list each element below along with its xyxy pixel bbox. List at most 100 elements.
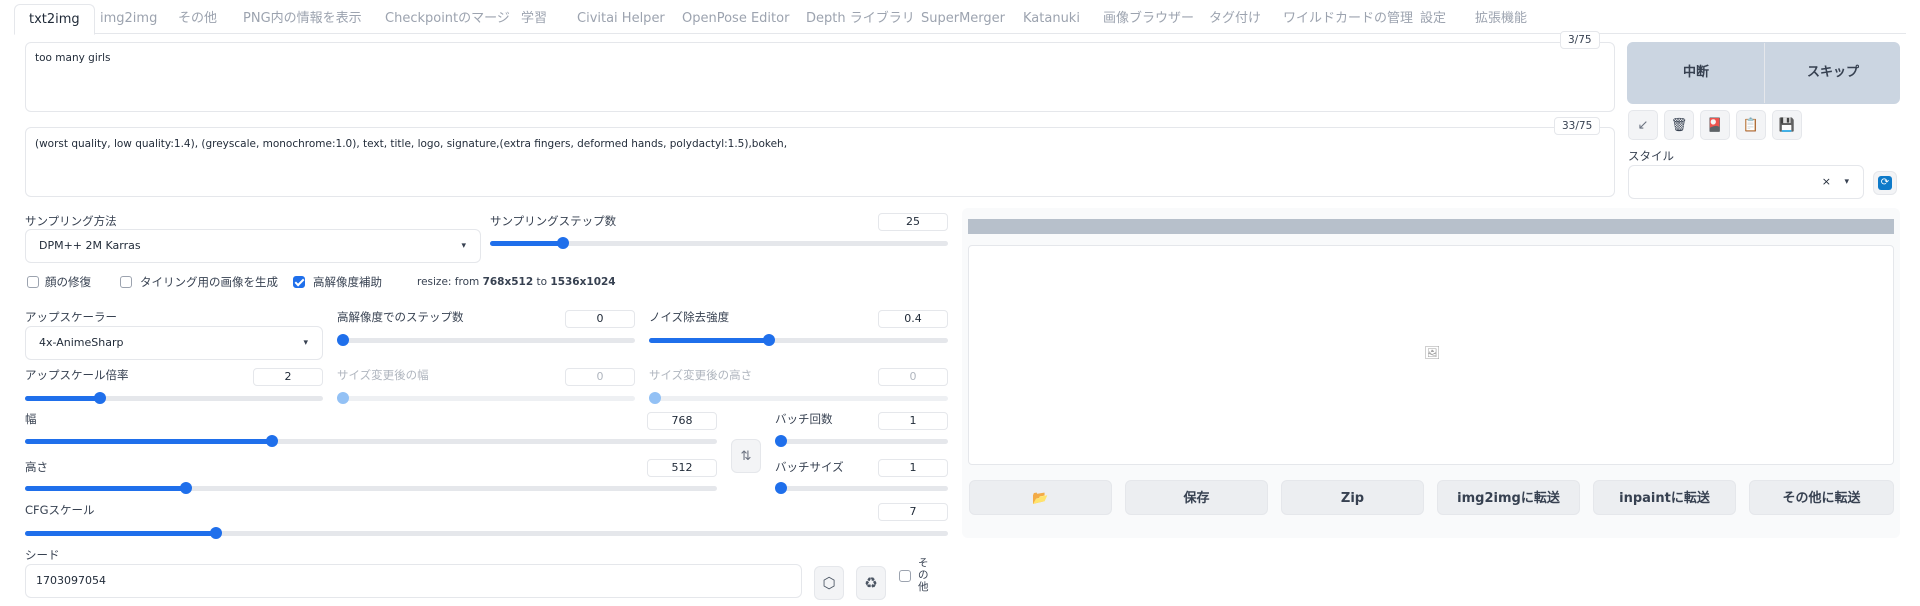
apply-style-button[interactable]: 📋	[1736, 110, 1766, 140]
resize-width-slider[interactable]	[337, 391, 635, 405]
save-button[interactable]: 保存	[1125, 480, 1268, 515]
batch-count-label: バッチ回数	[775, 412, 833, 426]
random-seed-button[interactable]: ⬡	[814, 566, 844, 600]
tab-settings[interactable]: 設定	[1420, 4, 1446, 34]
face-restore-label: 顔の修復	[45, 275, 91, 289]
hires-steps-input[interactable]: 0	[565, 310, 635, 328]
batch-count-slider[interactable]	[775, 434, 948, 448]
hires-fix-checkbox[interactable]	[293, 276, 305, 288]
resize-prefix: resize: from	[417, 276, 483, 288]
batch-size-input[interactable]: 1	[878, 459, 948, 477]
batch-count-input[interactable]: 1	[878, 412, 948, 430]
height-label: 高さ	[25, 460, 48, 474]
extra-seed-checkbox[interactable]	[899, 570, 911, 582]
tab-extensions[interactable]: 拡張機能	[1475, 4, 1527, 34]
resize-to: 1536x1024	[550, 276, 616, 288]
tab-katanuki[interactable]: Katanuki	[1023, 4, 1080, 34]
denoise-slider[interactable]	[649, 333, 948, 347]
card-icon: 🎴	[1706, 117, 1724, 133]
cfg-slider[interactable]	[25, 526, 948, 540]
tab-openpose-editor[interactable]: OpenPose Editor	[682, 4, 789, 34]
dice-icon: ⬡	[822, 574, 836, 592]
read-params-button[interactable]: ↙	[1628, 110, 1658, 140]
width-label: 幅	[25, 412, 37, 426]
swap-dimensions-button[interactable]: ⇅	[731, 439, 761, 473]
batch-size-label: バッチサイズ	[775, 460, 844, 474]
zip-button[interactable]: Zip	[1281, 480, 1424, 515]
chevron-down-icon: ▾	[303, 338, 308, 348]
batch-size-slider[interactable]	[775, 481, 948, 495]
resize-height-input[interactable]: 0	[878, 368, 948, 386]
progress-bar	[968, 219, 1894, 234]
width-input[interactable]: 768	[647, 412, 717, 430]
upscaler-dropdown[interactable]: 4x-AnimeSharp ▾	[25, 326, 323, 360]
tab-extras[interactable]: その他	[178, 4, 217, 34]
resize-height-slider[interactable]	[649, 391, 948, 405]
hires-steps-slider[interactable]	[337, 333, 635, 347]
seed-input[interactable]: 1703097054	[25, 564, 802, 598]
seed-label: シード	[25, 548, 60, 562]
cfg-input[interactable]: 7	[878, 503, 948, 521]
prompt-token-counter: 3/75	[1560, 31, 1600, 49]
resize-info: resize: from 768x512 to 1536x1024	[417, 276, 616, 288]
sampling-steps-slider[interactable]	[490, 236, 948, 250]
tab-img2img[interactable]: img2img	[100, 4, 157, 34]
tab-image-browser[interactable]: 画像ブラウザー	[1103, 4, 1194, 34]
sampling-steps-input[interactable]: 25	[878, 213, 948, 231]
upscale-factor-slider[interactable]	[25, 391, 323, 405]
tab-bar: txt2img img2img その他 PNG内の情報を表示 Checkpoin…	[14, 4, 1906, 35]
resize-to-word: to	[533, 276, 551, 288]
reuse-seed-button[interactable]: ♻	[856, 566, 886, 600]
generate-box: 中断 スキップ	[1627, 42, 1900, 104]
negative-prompt-token-counter: 33/75	[1554, 117, 1601, 135]
clear-icon[interactable]: ×	[1822, 166, 1831, 198]
recycle-icon: ♻	[864, 574, 878, 592]
upscale-factor-label: アップスケール倍率	[25, 368, 129, 382]
face-restore-checkbox[interactable]	[27, 276, 39, 288]
sampling-method-label: サンプリング方法	[25, 214, 117, 228]
style-label: スタイル	[1628, 149, 1674, 163]
upscale-factor-input[interactable]: 2	[253, 368, 323, 386]
tab-train[interactable]: 学習	[521, 4, 547, 34]
interrupt-button[interactable]: 中断	[1628, 43, 1764, 103]
resize-from: 768x512	[482, 276, 534, 288]
extra-networks-button[interactable]: 🎴	[1700, 110, 1730, 140]
sampling-method-value: DPM++ 2M Karras	[39, 239, 141, 252]
image-gallery[interactable]: 🖼	[968, 245, 1894, 465]
style-dropdown[interactable]: × ▾	[1628, 165, 1864, 199]
trash-icon: 🗑	[1670, 117, 1688, 133]
floppy-icon: 💾	[1778, 117, 1796, 133]
height-slider[interactable]	[25, 481, 717, 495]
save-style-button[interactable]: 💾	[1772, 110, 1802, 140]
open-folder-button[interactable]: 📂	[969, 480, 1112, 515]
chevron-down-icon: ▾	[461, 241, 466, 251]
tab-checkpoint-merger[interactable]: Checkpointのマージ	[385, 4, 510, 34]
tiling-checkbox[interactable]	[120, 276, 132, 288]
refresh-styles-button[interactable]: ⟳	[1873, 171, 1897, 195]
tab-wildcards[interactable]: ワイルドカードの管理	[1283, 4, 1413, 34]
denoise-input[interactable]: 0.4	[878, 310, 948, 328]
tab-tagging[interactable]: タグ付け	[1209, 4, 1261, 34]
folder-icon: 📂	[1032, 491, 1049, 506]
denoise-label: ノイズ除去強度	[649, 310, 730, 324]
send-to-img2img-button[interactable]: img2imgに転送	[1437, 480, 1580, 515]
resize-height-label: サイズ変更後の高さ	[649, 368, 753, 382]
hires-fix-label: 高解像度補助	[313, 275, 382, 289]
refresh-icon: ⟳	[1878, 176, 1892, 190]
width-slider[interactable]	[25, 434, 717, 448]
tab-png-info[interactable]: PNG内の情報を表示	[243, 4, 362, 34]
skip-button[interactable]: スキップ	[1765, 43, 1901, 103]
height-input[interactable]: 512	[647, 459, 717, 477]
resize-width-input[interactable]: 0	[565, 368, 635, 386]
upscaler-value: 4x-AnimeSharp	[39, 336, 124, 349]
clear-prompt-button[interactable]: 🗑	[1664, 110, 1694, 140]
prompt-input[interactable]: too many girls	[25, 42, 1615, 112]
send-to-inpaint-button[interactable]: inpaintに転送	[1593, 480, 1736, 515]
tab-depth-library[interactable]: Depth ライブラリ	[806, 4, 915, 34]
tab-txt2img[interactable]: txt2img	[14, 4, 95, 35]
send-to-extras-button[interactable]: その他に転送	[1749, 480, 1894, 515]
negative-prompt-input[interactable]: (worst quality, low quality:1.4), (greys…	[25, 127, 1615, 197]
tab-supermerger[interactable]: SuperMerger	[921, 4, 1005, 34]
tab-civitai-helper[interactable]: Civitai Helper	[577, 4, 665, 34]
sampling-method-dropdown[interactable]: DPM++ 2M Karras ▾	[25, 229, 481, 263]
